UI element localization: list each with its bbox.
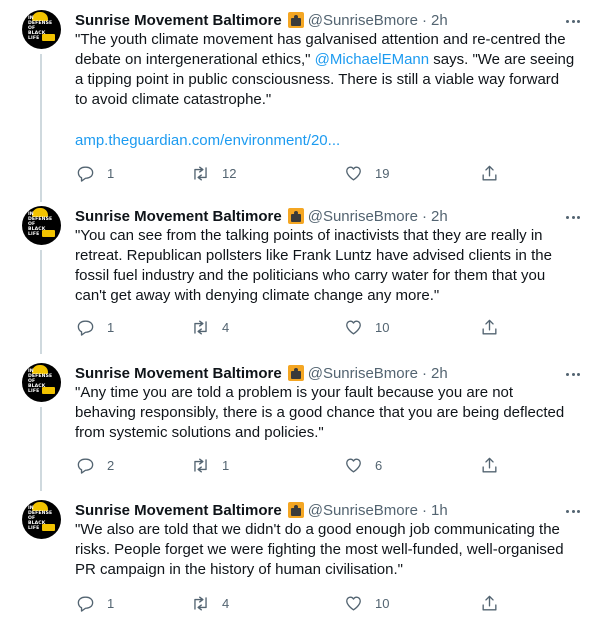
tweet-header: Sunrise Movement Baltimore @SunriseBmore…	[75, 500, 448, 520]
share-icon	[482, 595, 497, 611]
retweet-count: 1	[222, 457, 230, 473]
badge-emoji-icon	[287, 12, 304, 28]
reply-icon	[77, 457, 94, 474]
tweet-header: Sunrise Movement Baltimore @SunriseBmore…	[75, 10, 448, 30]
display-name[interactable]: Sunrise Movement Baltimore	[75, 502, 282, 519]
share-button[interactable]	[480, 163, 499, 183]
like-button[interactable]: 10	[344, 317, 389, 337]
tweet[interactable]: IN DEFENSE OF BLACK LIFE Sunrise Movemen…	[0, 206, 593, 354]
badge-emoji-icon	[287, 365, 304, 381]
tweet-header: Sunrise Movement Baltimore @SunriseBmore…	[75, 363, 448, 383]
tweet-text: "You can see from the talking points of …	[75, 227, 552, 304]
retweet-count: 4	[222, 319, 230, 335]
tweet-actions: 1 12 19	[0, 163, 593, 183]
more-options-icon[interactable]	[566, 504, 580, 518]
retweet-button[interactable]: 4	[191, 317, 229, 337]
heart-icon	[346, 165, 361, 181]
heart-icon	[346, 595, 361, 611]
reply-button[interactable]: 2	[76, 455, 114, 475]
separator: ·	[422, 364, 427, 382]
share-button[interactable]	[480, 317, 499, 337]
like-button[interactable]: 19	[344, 163, 389, 183]
retweet-count: 12	[222, 165, 237, 181]
like-button[interactable]: 6	[344, 455, 382, 475]
handle[interactable]: @SunriseBmore	[308, 12, 418, 29]
avatar[interactable]: IN DEFENSE OF BLACK LIFE	[22, 500, 61, 539]
handle[interactable]: @SunriseBmore	[308, 208, 418, 225]
avatar[interactable]: IN DEFENSE OF BLACK LIFE	[22, 10, 61, 49]
tweet-thread: IN DEFENSE OF BLACK LIFE Sunrise Movemen…	[0, 0, 593, 622]
reply-button[interactable]: 1	[76, 163, 114, 183]
tweet-actions: 2 1 6	[0, 455, 593, 475]
timestamp[interactable]: 1h	[431, 502, 448, 519]
tweet[interactable]: IN DEFENSE OF BLACK LIFE Sunrise Movemen…	[0, 10, 593, 202]
retweet-icon	[194, 457, 207, 473]
share-icon	[482, 319, 497, 335]
retweet-icon	[194, 319, 207, 335]
share-button[interactable]	[480, 455, 499, 475]
like-button[interactable]: 10	[344, 593, 389, 613]
display-name[interactable]: Sunrise Movement Baltimore	[75, 365, 282, 382]
reply-count: 1	[107, 595, 115, 611]
heart-icon	[346, 319, 361, 335]
handle[interactable]: @SunriseBmore	[308, 365, 418, 382]
reply-count: 1	[107, 165, 115, 181]
reply-count: 1	[107, 319, 115, 335]
share-icon	[482, 165, 497, 181]
tweet[interactable]: IN DEFENSE OF BLACK LIFE Sunrise Movemen…	[0, 500, 593, 618]
retweet-button[interactable]: 12	[191, 163, 236, 183]
tweet[interactable]: IN DEFENSE OF BLACK LIFE Sunrise Movemen…	[0, 363, 593, 491]
retweet-icon	[194, 165, 207, 181]
tweet-header: Sunrise Movement Baltimore @SunriseBmore…	[75, 206, 448, 226]
tweet-text: "We also are told that we didn't do a go…	[75, 521, 564, 578]
avatar[interactable]: IN DEFENSE OF BLACK LIFE	[22, 206, 61, 245]
like-count: 19	[375, 165, 390, 181]
retweet-icon	[194, 595, 207, 611]
share-button[interactable]	[480, 593, 499, 613]
more-options-icon[interactable]	[566, 14, 580, 28]
like-count: 10	[375, 595, 390, 611]
tweet-text: "The youth climate movement has galvanis…	[75, 31, 575, 108]
display-name[interactable]: Sunrise Movement Baltimore	[75, 208, 282, 225]
handle[interactable]: @SunriseBmore	[308, 502, 418, 519]
retweet-button[interactable]: 4	[191, 593, 229, 613]
thread-connector	[40, 407, 42, 491]
separator: ·	[422, 501, 427, 519]
reply-button[interactable]: 1	[76, 317, 114, 337]
tweet-actions: 1 4 10	[0, 317, 593, 337]
tweet-actions: 1 4 10	[0, 593, 593, 613]
timestamp[interactable]: 2h	[431, 365, 448, 382]
separator: ·	[422, 11, 427, 29]
separator: ·	[422, 207, 427, 225]
display-name[interactable]: Sunrise Movement Baltimore	[75, 12, 282, 29]
reply-icon	[77, 595, 94, 612]
thread-connector	[40, 250, 42, 354]
like-count: 6	[375, 457, 383, 473]
more-options-icon[interactable]	[566, 367, 580, 381]
timestamp[interactable]: 2h	[431, 208, 448, 225]
article-link[interactable]: amp.theguardian.com/environment/20...	[75, 131, 340, 151]
badge-emoji-icon	[287, 208, 304, 224]
reply-icon	[77, 319, 94, 336]
badge-emoji-icon	[287, 502, 304, 518]
reply-button[interactable]: 1	[76, 593, 114, 613]
like-count: 10	[375, 319, 390, 335]
retweet-count: 4	[222, 595, 230, 611]
tweet-text: "Any time you are told a problem is your…	[75, 384, 565, 441]
timestamp[interactable]: 2h	[431, 12, 448, 29]
share-icon	[482, 457, 497, 473]
avatar[interactable]: IN DEFENSE OF BLACK LIFE	[22, 363, 61, 402]
heart-icon	[346, 457, 361, 473]
mention-link[interactable]: @MichaelEMann	[315, 51, 429, 68]
more-options-icon[interactable]	[566, 210, 580, 224]
reply-count: 2	[107, 457, 115, 473]
retweet-button[interactable]: 1	[191, 455, 229, 475]
reply-icon	[77, 165, 94, 182]
